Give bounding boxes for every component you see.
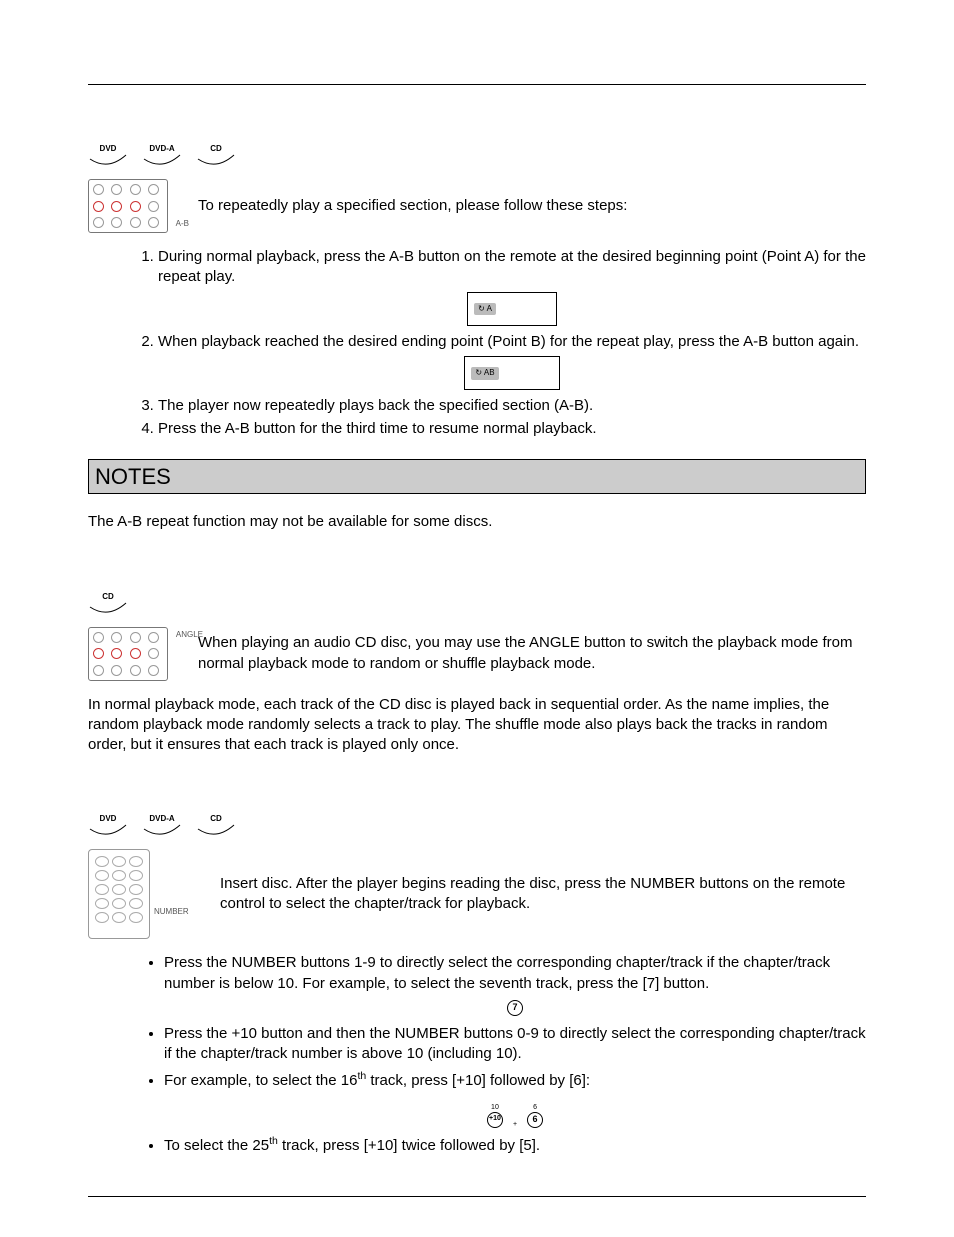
button-7-icon: 7 xyxy=(507,1000,523,1016)
list-item: To select the 25th track, press [+10] tw… xyxy=(164,1134,866,1156)
bullet-text: track, press [+10] followed by [6]: xyxy=(366,1072,590,1089)
step-text: During normal playback, press the A-B bu… xyxy=(158,248,866,285)
step-text: When playback reached the desired ending… xyxy=(158,333,859,350)
osd-figure: ↻ A xyxy=(158,292,866,326)
disc-label: CD xyxy=(210,145,222,153)
sup: th xyxy=(357,1070,366,1082)
bottom-rule xyxy=(88,1196,866,1197)
osd-tag: ↻ A xyxy=(474,303,496,316)
remote-number-icon xyxy=(88,849,150,939)
disc-badges-row: CD xyxy=(88,593,866,617)
ab-steps-list: During normal playback, press the A-B bu… xyxy=(88,247,866,439)
intro-row: A-B To repeatedly play a specified secti… xyxy=(88,179,866,233)
disc-dvda-icon: DVD-A xyxy=(142,815,182,839)
disc-cd-icon: CD xyxy=(196,145,236,169)
button-plus10-icon: 10 +10 xyxy=(487,1104,503,1128)
icon-figure: 7 xyxy=(164,998,866,1018)
osd-tag: ↻ AB xyxy=(471,367,498,380)
disc-badges-row: DVD DVD-A CD xyxy=(88,145,866,169)
disc-label: CD xyxy=(102,593,114,601)
osd-box: ↻ A xyxy=(467,292,557,326)
bullet-text: track, press [+10] twice followed by [5]… xyxy=(278,1137,540,1154)
disc-cd-icon: CD xyxy=(196,815,236,839)
section2-intro: When playing an audio CD disc, you may u… xyxy=(198,633,866,674)
remote-label: NUMBER xyxy=(154,907,189,918)
remote-label: A-B xyxy=(176,219,189,230)
disc-label: DVD xyxy=(100,145,117,153)
sup: th xyxy=(269,1135,278,1147)
page: DVD DVD-A CD A-B To repeatedly play a sp… xyxy=(0,0,954,1237)
remote-label: ANGLE xyxy=(176,630,203,641)
disc-cd-icon: CD xyxy=(88,593,128,617)
disc-label: DVD-A xyxy=(149,815,174,823)
section3-intro: Insert disc. After the player begins rea… xyxy=(180,874,866,915)
list-item: During normal playback, press the A-B bu… xyxy=(158,247,866,326)
notes-text: The A-B repeat function may not be avail… xyxy=(88,512,866,532)
osd-box: ↻ AB xyxy=(464,356,559,390)
icon-figure: 10 +10 + 6 6 xyxy=(164,1095,866,1128)
disc-label: DVD-A xyxy=(149,145,174,153)
disc-badges-row: DVD DVD-A CD xyxy=(88,815,866,839)
bullet-text: For example, to select the 16 xyxy=(164,1072,357,1089)
list-item: For example, to select the 16th track, p… xyxy=(164,1069,866,1128)
button-6-icon: 6 6 xyxy=(527,1104,543,1128)
section2-para: In normal playback mode, each track of t… xyxy=(88,695,866,756)
disc-dvd-icon: DVD xyxy=(88,145,128,169)
intro-row: NUMBER Insert disc. After the player beg… xyxy=(88,849,866,939)
list-item: The player now repeatedly plays back the… xyxy=(158,396,866,416)
top-rule xyxy=(88,84,866,85)
list-item: Press the NUMBER buttons 1-9 to directly… xyxy=(164,953,866,1018)
remote-ab-icon: A-B xyxy=(88,179,168,233)
list-item: When playback reached the desired ending… xyxy=(158,332,866,391)
intro-row: ANGLE When playing an audio CD disc, you… xyxy=(88,627,866,681)
disc-dvd-icon: DVD xyxy=(88,815,128,839)
disc-dvda-icon: DVD-A xyxy=(142,145,182,169)
bullet-text: To select the 25 xyxy=(164,1137,269,1154)
remote-angle-icon: ANGLE xyxy=(88,627,168,681)
notes-heading: NOTES xyxy=(88,459,866,495)
disc-label: CD xyxy=(210,815,222,823)
list-item: Press the +10 button and then the NUMBER… xyxy=(164,1024,866,1065)
osd-figure: ↻ AB xyxy=(158,356,866,390)
number-bullets: Press the NUMBER buttons 1-9 to directly… xyxy=(88,953,866,1156)
section1-intro: To repeatedly play a specified section, … xyxy=(198,196,627,216)
bullet-text: Press the NUMBER buttons 1-9 to directly… xyxy=(164,954,830,991)
list-item: Press the A-B button for the third time … xyxy=(158,419,866,439)
plus-icon: + xyxy=(513,1121,517,1128)
disc-label: DVD xyxy=(100,815,117,823)
